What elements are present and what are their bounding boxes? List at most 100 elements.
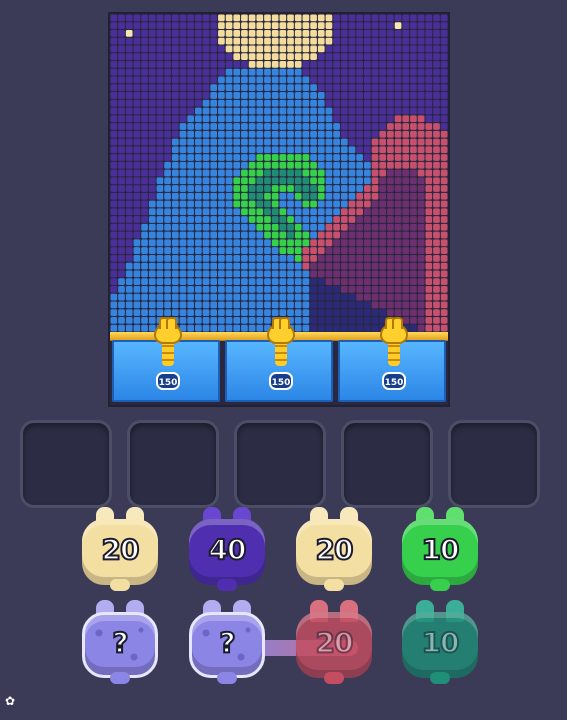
pixel-block — [440, 316, 448, 324]
pixel-block — [325, 99, 333, 107]
pixel-block — [294, 223, 302, 231]
pixel-block — [325, 223, 333, 231]
pixel-block — [141, 293, 148, 301]
pixel-block — [310, 30, 317, 37]
pixel-block — [256, 301, 264, 309]
bunny-40-purple[interactable]: 40 — [189, 507, 265, 595]
pixel-block — [256, 247, 264, 254]
pixel-block — [348, 231, 356, 239]
pixel-block — [156, 76, 164, 84]
gear-icon[interactable]: ✿ — [5, 695, 17, 707]
pixel-block — [402, 223, 410, 231]
pixel-block — [210, 76, 218, 84]
pixel-block — [333, 316, 340, 324]
pixel-block — [202, 61, 210, 68]
empty-slot-2[interactable] — [127, 420, 219, 508]
pixel-block — [356, 293, 363, 301]
pixel-block — [310, 115, 317, 123]
pixel-block — [118, 247, 125, 254]
pixel-block — [179, 169, 187, 177]
pixel-block — [440, 84, 448, 92]
pixel-block — [225, 22, 233, 30]
pixel-block — [271, 107, 279, 115]
pixel-block — [340, 324, 348, 332]
bunny-20-cream[interactable]: 20 — [82, 507, 158, 595]
pixel-block — [348, 68, 356, 76]
pixel-block — [302, 146, 310, 154]
empty-slot-5[interactable] — [448, 420, 540, 508]
pixel-block — [187, 84, 194, 92]
pixel-block — [264, 169, 271, 177]
pixel-block — [141, 185, 148, 192]
pixel-block — [425, 247, 433, 254]
pixel-block — [218, 262, 225, 270]
pixel-block — [171, 285, 179, 293]
pixel-block — [218, 208, 225, 216]
pixel-block — [264, 130, 271, 138]
pixel-block — [233, 169, 241, 177]
pixel-block — [310, 324, 317, 332]
pixel-block — [440, 45, 448, 53]
pixel-block — [264, 22, 271, 30]
pixel-block — [364, 68, 371, 76]
pixel-block — [348, 216, 356, 223]
pixel-block — [218, 324, 225, 332]
empty-slot-1[interactable] — [20, 420, 112, 508]
pixel-block — [271, 192, 279, 200]
pixel-block — [333, 223, 340, 231]
pixel-block — [218, 84, 225, 92]
hopper-1[interactable]: 150 — [112, 317, 220, 402]
pixel-block — [141, 309, 148, 316]
pixel-block — [133, 262, 141, 270]
pixel-block — [141, 22, 148, 30]
pixel-block — [210, 53, 218, 61]
pixel-block — [202, 231, 210, 239]
pixel-block — [156, 138, 164, 146]
pixel-block — [325, 239, 333, 247]
pixel-block — [164, 185, 171, 192]
pixel-block — [279, 177, 287, 185]
pixel-block — [264, 301, 271, 309]
pixel-block — [218, 231, 225, 239]
pixel-block — [287, 293, 294, 301]
pixel-block — [310, 192, 317, 200]
pixel-block — [394, 278, 402, 285]
bunny-10-green[interactable]: 10 — [402, 507, 478, 595]
hopper-2[interactable]: 150 — [225, 317, 333, 402]
pixel-block — [225, 285, 233, 293]
bunny-20-cream[interactable]: 20 — [296, 507, 372, 595]
pixel-block — [187, 216, 194, 223]
hopper-3[interactable]: 150 — [338, 317, 446, 402]
pixel-block — [348, 177, 356, 185]
pixel-block — [356, 45, 363, 53]
pixel-block — [233, 316, 241, 324]
empty-slot-4[interactable] — [341, 420, 433, 508]
pixel-block — [333, 14, 340, 22]
pixel-block — [241, 99, 248, 107]
pixel-block — [348, 254, 356, 262]
pixel-block — [118, 146, 125, 154]
empty-slot-3[interactable] — [234, 420, 326, 508]
pixel-block — [371, 76, 379, 84]
pixel-block — [371, 161, 379, 169]
pixel-block — [325, 278, 333, 285]
pixel-block — [417, 115, 425, 123]
pixel-block — [256, 53, 264, 61]
pixel-block — [371, 200, 379, 208]
pixel-block — [264, 107, 271, 115]
pixel-block — [317, 30, 325, 37]
pixel-block — [125, 68, 133, 76]
pixel-block — [210, 309, 218, 316]
pixel-block — [310, 53, 317, 61]
pixel-block — [164, 216, 171, 223]
pixel-block — [241, 324, 248, 332]
pixel-block — [333, 107, 340, 115]
pixel-block — [156, 53, 164, 61]
pixel-block — [210, 115, 218, 123]
pixel-block — [356, 208, 363, 216]
pixel-block — [379, 270, 387, 278]
pixel-block — [310, 92, 317, 99]
pixel-block — [440, 130, 448, 138]
pixel-block — [402, 146, 410, 154]
pixel-block — [279, 22, 287, 30]
